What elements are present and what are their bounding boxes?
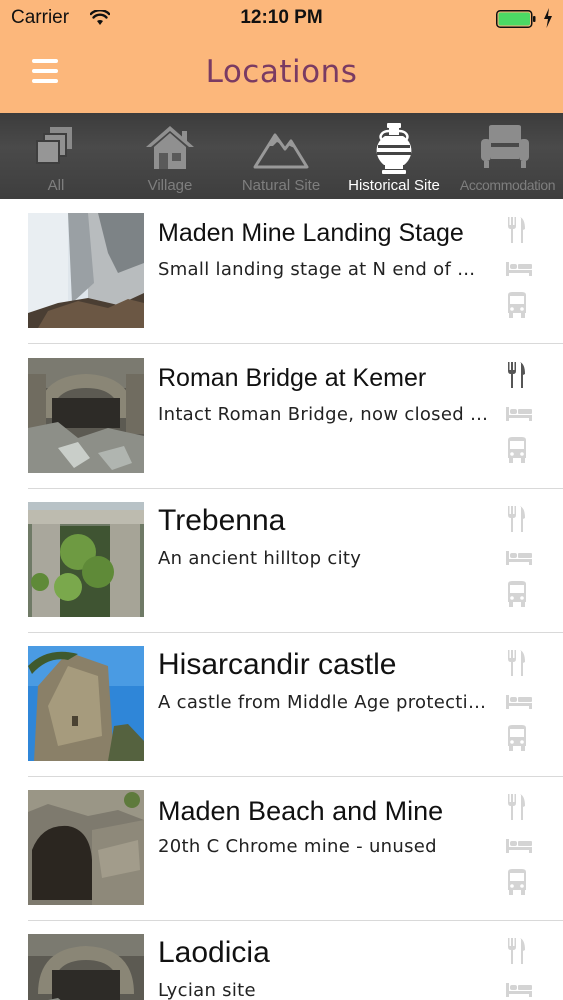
amphora-icon: [376, 123, 412, 174]
amenity-icons: [506, 794, 534, 895]
location-name: Maden Beach and Mine: [158, 796, 444, 826]
tab-natural-site[interactable]: Natural Site: [230, 113, 332, 199]
bed-icon: [506, 262, 532, 276]
restaurant-icon: [508, 362, 525, 388]
location-description: 20th C Chrome mine - unused: [158, 836, 437, 857]
bed-icon: [506, 407, 532, 421]
page-title: Locations: [205, 54, 358, 90]
nav-bar: Locations: [0, 38, 563, 113]
restaurant-icon: [508, 217, 525, 243]
location-thumbnail: [28, 213, 144, 328]
status-bar: Carrier 12:10 PM: [0, 0, 563, 38]
tab-label: All: [47, 177, 65, 194]
bus-icon: [508, 437, 526, 463]
list-item[interactable]: Laodicia Lycian site: [0, 920, 563, 1000]
location-thumbnail: [28, 646, 144, 761]
tab-label: Village: [147, 177, 193, 194]
bus-icon: [508, 292, 526, 318]
amenity-icons: [506, 506, 534, 607]
tab-label: Historical Site: [348, 177, 440, 194]
location-description: Intact Roman Bridge, now closed to traff…: [158, 404, 488, 425]
restaurant-icon: [508, 794, 525, 820]
app-header: Carrier 12:10 PM Locations: [0, 0, 563, 113]
location-description: An ancient hilltop city: [158, 548, 362, 569]
amenity-icons: [506, 650, 534, 751]
battery-icon: [496, 10, 536, 28]
armchair-icon: [481, 125, 529, 168]
tab-all[interactable]: All: [8, 113, 104, 199]
list-item[interactable]: Maden Beach and Mine 20th C Chrome mine …: [0, 776, 563, 921]
bus-icon: [508, 581, 526, 607]
location-description: Lycian site: [158, 980, 256, 1000]
location-name: Roman Bridge at Kemer: [158, 364, 427, 392]
list-item[interactable]: Roman Bridge at Kemer Intact Roman Bridg…: [0, 344, 563, 489]
list-item[interactable]: Hisarcandir castle A castle from Middle …: [0, 632, 563, 777]
bus-icon: [508, 869, 526, 895]
clock: 12:10 PM: [240, 7, 323, 28]
amenity-icons: [506, 938, 534, 997]
tab-label: Natural Site: [241, 177, 321, 194]
tab-accommodation[interactable]: Accommodation: [452, 113, 563, 199]
amenity-icons: [506, 217, 534, 318]
location-thumbnail: [28, 934, 144, 1000]
location-thumbnail: [28, 502, 144, 617]
tab-village[interactable]: Village: [122, 113, 218, 199]
mountain-icon: [253, 133, 309, 169]
location-description: Small landing stage at N end of Maden Be…: [158, 259, 488, 280]
house-icon: [146, 126, 194, 169]
location-thumbnail: [28, 358, 144, 473]
list-item[interactable]: Maden Mine Landing Stage Small landing s…: [0, 199, 563, 344]
tab-label: Accommodation: [459, 177, 556, 193]
category-tab-bar: All Village Natural Site Historical Site…: [0, 113, 563, 199]
stack-icon: [36, 127, 72, 164]
location-description: A castle from Middle Age protecting the …: [158, 692, 488, 713]
tab-historical-site[interactable]: Historical Site: [340, 113, 448, 199]
amenity-icons: [506, 362, 534, 463]
bed-icon: [506, 551, 532, 565]
restaurant-icon: [508, 938, 525, 964]
restaurant-icon: [508, 650, 525, 676]
location-thumbnail: [28, 790, 144, 905]
restaurant-icon: [508, 506, 525, 532]
bed-icon: [506, 839, 532, 853]
location-name: Trebenna: [158, 504, 286, 537]
bus-icon: [508, 725, 526, 751]
bed-icon: [506, 695, 532, 709]
location-name: Laodicia: [158, 936, 270, 969]
location-name: Hisarcandir castle: [158, 648, 397, 681]
bed-icon: [506, 983, 532, 997]
location-name: Maden Mine Landing Stage: [158, 219, 464, 247]
charging-icon: [544, 8, 552, 28]
list-item[interactable]: Trebenna An ancient hilltop city: [0, 488, 563, 633]
